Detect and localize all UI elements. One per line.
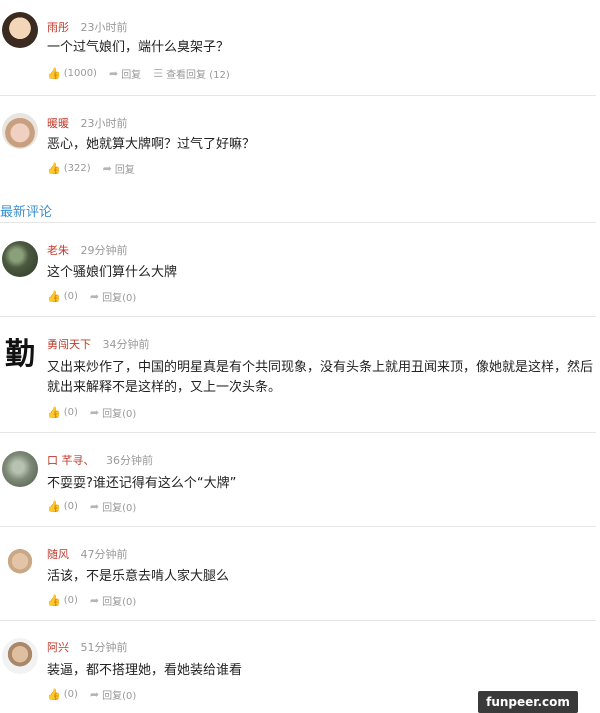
user-avatar[interactable]: [2, 241, 38, 277]
thumbs-up-icon: 👍: [47, 162, 61, 175]
reply-button[interactable]: ➦ 回复(0): [90, 687, 136, 702]
reply-label: 回复(0): [102, 409, 137, 420]
user-avatar[interactable]: [2, 113, 38, 149]
timestamp: 47分钟前: [80, 548, 128, 561]
view-replies-label: 查看回复 (12): [166, 70, 230, 81]
reply-label: 回复: [121, 70, 142, 81]
reply-arrow-icon: ➦: [89, 290, 100, 303]
divider: [0, 316, 596, 317]
comment-actions: 👍 (0) ➦ 回复(0): [47, 405, 148, 420]
reply-arrow-icon: ➦: [89, 500, 100, 513]
timestamp: 29分钟前: [80, 244, 128, 257]
comment-meta: 随风 47分钟前: [47, 546, 128, 562]
like-button[interactable]: 👍 (0): [47, 290, 78, 303]
divider: [0, 620, 596, 621]
comment-meta: 口 芊寻、 36分钟前: [47, 452, 153, 468]
reply-label: 回复(0): [102, 597, 137, 608]
comment-text: 恶心，她就算大牌啊？过气了好嘛？: [47, 137, 256, 152]
comment-text: 这个骚娘们算什么大牌: [47, 265, 178, 280]
username[interactable]: 口 芊寻、: [47, 454, 95, 467]
comment-meta: 暖暖 23小时前: [47, 115, 128, 131]
comment-text: 活该，不是乐意去啃人家大腿么: [47, 569, 230, 584]
comment-text: 一个过气娘们，端什么臭架子？: [47, 40, 230, 55]
username[interactable]: 勇闯天下: [47, 338, 91, 351]
timestamp: 51分钟前: [80, 641, 128, 654]
comment-meta: 雨彤 23小时前: [47, 19, 128, 35]
like-button[interactable]: 👍 (0): [47, 688, 78, 701]
thumbs-up-icon: 👍: [47, 500, 61, 513]
comment-actions: 👍 (0) ➦ 回复(0): [47, 687, 148, 702]
user-avatar[interactable]: [2, 12, 38, 48]
timestamp: 23小时前: [80, 117, 128, 130]
reply-button[interactable]: ➦ 回复(0): [90, 499, 136, 514]
comment-actions: 👍 (1000) ➦ 回复 ☰ 查看回复 (12): [47, 66, 242, 81]
reply-label: 回复(0): [102, 691, 137, 702]
like-count: (0): [63, 407, 78, 418]
like-count: (0): [63, 689, 78, 700]
divider: [0, 95, 596, 96]
reply-arrow-icon: ➦: [89, 688, 100, 701]
reply-button[interactable]: ➦ 回复(0): [90, 405, 136, 420]
timestamp: 36分钟前: [106, 454, 153, 467]
view-replies-button[interactable]: ☰ 查看回复 (12): [153, 66, 230, 81]
reply-button[interactable]: ➦ 回复: [103, 161, 135, 176]
thumbs-up-icon: 👍: [47, 67, 61, 80]
comment-meta: 老朱 29分钟前: [47, 242, 128, 258]
timestamp: 34分钟前: [102, 338, 150, 351]
reply-label: 回复(0): [102, 503, 137, 514]
username[interactable]: 暖暖: [47, 117, 69, 130]
reply-button[interactable]: ➦ 回复: [109, 66, 141, 81]
reply-arrow-icon: ➦: [89, 594, 100, 607]
divider: [0, 432, 596, 433]
comment-text: 又出来炒作了，中国的明星真是有个共同现象，没有头条上就用丑闻来顶，像她就是这样，…: [47, 360, 594, 395]
comment-actions: 👍 (0) ➦ 回复(0): [47, 289, 148, 304]
reply-label: 回复: [114, 165, 135, 176]
comment-text: 不耍耍?谁还记得有这么个“大牌”: [47, 476, 237, 491]
username[interactable]: 老朱: [47, 244, 69, 257]
like-button[interactable]: 👍 (0): [47, 500, 78, 513]
like-count: (322): [63, 163, 91, 174]
like-count: (0): [63, 501, 78, 512]
thumbs-up-icon: 👍: [47, 290, 61, 303]
comment-actions: 👍 (322) ➦ 回复: [47, 161, 147, 176]
list-icon: ☰: [153, 67, 164, 80]
divider: [0, 222, 596, 223]
like-button[interactable]: 👍 (322): [47, 162, 91, 175]
user-avatar[interactable]: [2, 545, 38, 581]
reply-button[interactable]: ➦ 回复(0): [90, 593, 136, 608]
reply-arrow-icon: ➦: [102, 162, 112, 175]
reply-arrow-icon: ➦: [108, 67, 119, 80]
watermark: funpeer.com: [478, 691, 578, 713]
user-avatar[interactable]: [2, 451, 38, 487]
comment-actions: 👍 (0) ➦ 回复(0): [47, 499, 148, 514]
thumbs-up-icon: 👍: [47, 406, 61, 419]
like-count: (1000): [63, 68, 97, 79]
reply-arrow-icon: ➦: [89, 406, 100, 419]
comment-meta: 勇闯天下 34分钟前: [47, 336, 150, 352]
comment-meta: 阿兴 51分钟前: [47, 639, 128, 655]
like-button[interactable]: 👍 (0): [47, 594, 78, 607]
username[interactable]: 随风: [47, 548, 69, 561]
username[interactable]: 雨彤: [47, 21, 69, 34]
comment-actions: 👍 (0) ➦ 回复(0): [47, 593, 148, 608]
like-button[interactable]: 👍 (0): [47, 406, 78, 419]
section-title: 最新评论: [0, 205, 53, 220]
like-count: (0): [63, 595, 78, 606]
user-avatar[interactable]: 勤: [2, 333, 38, 369]
reply-label: 回复(0): [102, 293, 137, 304]
comment-text: 装逼，都不搭理她，看她装给谁看: [47, 663, 243, 678]
thumbs-up-icon: 👍: [47, 688, 61, 701]
timestamp: 23小时前: [80, 21, 128, 34]
like-count: (0): [63, 291, 78, 302]
thumbs-up-icon: 👍: [47, 594, 61, 607]
username[interactable]: 阿兴: [47, 641, 69, 654]
reply-button[interactable]: ➦ 回复(0): [90, 289, 136, 304]
like-button[interactable]: 👍 (1000): [47, 67, 97, 80]
divider: [0, 526, 596, 527]
user-avatar[interactable]: [2, 638, 38, 674]
